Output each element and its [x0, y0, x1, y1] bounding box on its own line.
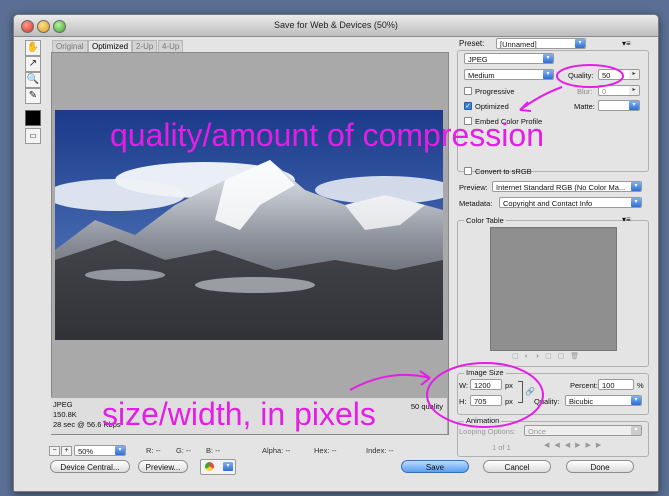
cancel-button[interactable]: Cancel	[483, 460, 551, 473]
readout-g: G: --	[176, 446, 191, 455]
optimized-label: Optimized	[475, 102, 509, 111]
chevron-down-icon: ▾	[575, 39, 585, 48]
convert-srgb-label: Convert to sRGB	[475, 167, 532, 176]
zoom-level-select[interactable]: 50% ▾	[74, 445, 126, 456]
done-button[interactable]: Done	[566, 460, 634, 473]
readout-b: B: --	[206, 446, 221, 455]
chevron-down-icon: ▾	[631, 426, 641, 435]
width-label: W:	[459, 381, 469, 390]
slice-select-icon[interactable]: ↗	[25, 56, 41, 72]
window-title: Save for Web & Devices (50%)	[274, 20, 398, 30]
readout-index: Index: --	[366, 446, 394, 455]
preview-label: Preview:	[459, 183, 488, 192]
blur-label: Blur:	[577, 87, 593, 96]
chain-link-icon[interactable]: 🔗	[525, 387, 535, 396]
metadata-select[interactable]: Copyright and Contact Info ▾	[499, 197, 642, 208]
convert-srgb-checkbox[interactable]	[464, 167, 472, 175]
chevron-right-icon: ▸	[629, 70, 639, 79]
height-input[interactable]: 705	[470, 395, 502, 406]
height-label: H:	[459, 397, 467, 406]
image-size-title: Image Size	[464, 368, 506, 377]
color-table-swatches	[490, 227, 617, 351]
chevron-down-icon: ▾	[115, 446, 125, 455]
format-select[interactable]: JPEG ▾	[464, 53, 554, 64]
eyedropper-color-swatch[interactable]	[25, 110, 41, 126]
zoom-out-button[interactable]: −	[49, 446, 60, 456]
zoom-in-button[interactable]: +	[61, 446, 72, 456]
chevron-down-icon: ▾	[629, 101, 639, 110]
quality-input[interactable]: 50 ▸	[598, 69, 640, 80]
looping-options-label: Looping Options:	[459, 427, 516, 436]
width-unit: px	[505, 381, 513, 390]
quality-preset-select[interactable]: Medium ▾	[464, 69, 554, 80]
quality-annotation: quality/amount of compression	[110, 117, 544, 153]
animation-title: Animation	[464, 416, 502, 425]
quality-label: Quality:	[568, 71, 594, 80]
chevron-down-icon: ▾	[631, 396, 641, 405]
device-central-button[interactable]: Device Central...	[50, 460, 130, 473]
metadata-label: Metadata:	[459, 199, 493, 208]
readout-alpha: Alpha: --	[262, 446, 291, 455]
progressive-label: Progressive	[475, 87, 515, 96]
save-button[interactable]: Save	[401, 460, 469, 473]
readout-r: R: --	[146, 446, 161, 455]
resample-quality-label: Quality:	[534, 397, 560, 406]
zoom-icon[interactable]: 🔍	[25, 72, 41, 88]
info-quality: 50 quality	[410, 402, 443, 411]
progressive-checkbox[interactable]	[464, 87, 472, 95]
info-filesize: 150.8K	[53, 410, 77, 419]
preset-select[interactable]: [Unnamed] ▾	[496, 38, 586, 49]
preview-profile-select[interactable]: Internet Standard RGB (No Color Ma... ▾	[492, 181, 642, 192]
matte-select[interactable]: ▾	[598, 100, 640, 111]
readout-hex: Hex: --	[314, 446, 337, 455]
eyedropper-icon[interactable]: ✎	[25, 88, 41, 104]
color-table-action-icons: ▢◐◑▢▢🗑	[512, 353, 586, 360]
resample-quality-select[interactable]: Bicubic ▾	[565, 395, 642, 406]
color-table-menu-icon[interactable]: ▾≡	[622, 215, 631, 224]
constrain-bracket	[518, 381, 523, 403]
chevron-down-icon: ▾	[223, 462, 233, 471]
chevron-down-icon: ▾	[543, 54, 553, 63]
title-bar: Save for Web & Devices (50%)	[14, 15, 658, 37]
percent-input[interactable]: 100	[598, 379, 634, 390]
chevron-down-icon: ▾	[631, 198, 641, 207]
color-table-title: Color Table	[464, 216, 506, 225]
animation-playback-icons[interactable]: ◀◀◀▶▶▶	[544, 441, 606, 449]
matte-label: Matte:	[574, 102, 595, 111]
size-annotation: size/width, in pixels	[102, 396, 376, 432]
preset-label: Preset:	[459, 39, 485, 48]
looping-options-select[interactable]: Once ▾	[524, 425, 642, 436]
frame-counter: 1 of 1	[492, 443, 511, 452]
browser-select[interactable]: ▾	[200, 459, 236, 475]
info-format: JPEG	[53, 400, 73, 409]
width-input[interactable]: 1200	[470, 379, 502, 390]
browser-icon	[205, 462, 214, 471]
percent-unit: %	[637, 381, 644, 390]
height-unit: px	[505, 397, 513, 406]
hand-icon[interactable]: ✋	[25, 40, 41, 56]
toggle-slices-icon[interactable]: ▭	[25, 128, 41, 144]
blur-input[interactable]: 0 ▸	[598, 85, 640, 96]
chevron-down-icon: ▾	[543, 70, 553, 79]
chevron-right-icon: ▸	[629, 86, 639, 95]
preview-area	[51, 52, 449, 435]
optimized-checkbox[interactable]: ✓	[464, 102, 472, 110]
panel-menu-icon[interactable]: ▾≡	[622, 39, 631, 48]
percent-label: Percent:	[570, 381, 598, 390]
chevron-down-icon: ▾	[631, 182, 641, 191]
preview-button[interactable]: Preview...	[138, 460, 188, 473]
